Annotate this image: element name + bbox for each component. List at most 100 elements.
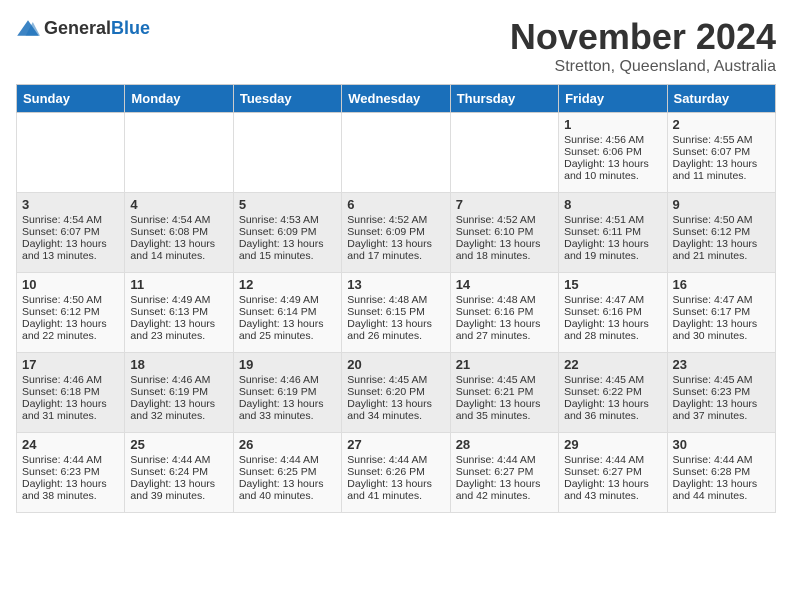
day-number: 18: [130, 357, 227, 372]
daylight: Daylight: 13 hours and 43 minutes.: [564, 478, 649, 502]
sunset: Sunset: 6:21 PM: [456, 386, 534, 398]
daylight: Daylight: 13 hours and 10 minutes.: [564, 158, 649, 182]
daylight: Daylight: 13 hours and 33 minutes.: [239, 398, 324, 422]
sunrise: Sunrise: 4:54 AM: [22, 214, 102, 226]
sunrise: Sunrise: 4:48 AM: [347, 294, 427, 306]
daylight: Daylight: 13 hours and 11 minutes.: [673, 158, 758, 182]
calendar-cell: [342, 113, 450, 193]
sunrise: Sunrise: 4:45 AM: [673, 374, 753, 386]
day-number: 1: [564, 117, 661, 132]
calendar-cell: 9Sunrise: 4:50 AMSunset: 6:12 PMDaylight…: [667, 193, 775, 273]
sunset: Sunset: 6:06 PM: [564, 146, 642, 158]
sunset: Sunset: 6:16 PM: [456, 306, 534, 318]
day-number: 20: [347, 357, 444, 372]
sunrise: Sunrise: 4:55 AM: [673, 134, 753, 146]
calendar-cell: [450, 113, 558, 193]
calendar-cell: 6Sunrise: 4:52 AMSunset: 6:09 PMDaylight…: [342, 193, 450, 273]
daylight: Daylight: 13 hours and 14 minutes.: [130, 238, 215, 262]
logo-text-general: General: [44, 18, 111, 38]
calendar-cell: 15Sunrise: 4:47 AMSunset: 6:16 PMDayligh…: [559, 273, 667, 353]
sunrise: Sunrise: 4:45 AM: [347, 374, 427, 386]
calendar-header: SundayMondayTuesdayWednesdayThursdayFrid…: [17, 85, 776, 113]
header-day-sunday: Sunday: [17, 85, 125, 113]
daylight: Daylight: 13 hours and 40 minutes.: [239, 478, 324, 502]
sunset: Sunset: 6:18 PM: [22, 386, 100, 398]
daylight: Daylight: 13 hours and 42 minutes.: [456, 478, 541, 502]
header: GeneralBlue November 2024 Stretton, Quee…: [16, 16, 776, 76]
calendar-cell: 2Sunrise: 4:55 AMSunset: 6:07 PMDaylight…: [667, 113, 775, 193]
sunrise: Sunrise: 4:44 AM: [239, 454, 319, 466]
sunset: Sunset: 6:15 PM: [347, 306, 425, 318]
calendar-cell: 29 Sunrise: 4:44 AMSunset: 6:27 PMDayligh…: [559, 433, 667, 513]
daylight: Daylight: 13 hours and 34 minutes.: [347, 398, 432, 422]
sunrise: Sunrise: 4:49 AM: [130, 294, 210, 306]
daylight: Daylight: 13 hours and 31 minutes.: [22, 398, 107, 422]
sunset: Sunset: 6:12 PM: [22, 306, 100, 318]
calendar-cell: 24Sunrise: 4:44 AMSunset: 6:23 PMDayligh…: [17, 433, 125, 513]
day-number: 12: [239, 277, 336, 292]
calendar-cell: 14Sunrise: 4:48 AMSunset: 6:16 PMDayligh…: [450, 273, 558, 353]
sunset: Sunset: 6:08 PM: [130, 226, 208, 238]
calendar-cell: 5Sunrise: 4:53 AMSunset: 6:09 PMDaylight…: [233, 193, 341, 273]
sunset: Sunset: 6:19 PM: [239, 386, 317, 398]
sunset: Sunset: 6:20 PM: [347, 386, 425, 398]
sunrise: Sunrise: 4:50 AM: [673, 214, 753, 226]
daylight: Daylight: 13 hours and 26 minutes.: [347, 318, 432, 342]
day-number: 4: [130, 197, 227, 212]
day-number: 10: [22, 277, 119, 292]
daylight: Daylight: 13 hours and 41 minutes.: [347, 478, 432, 502]
day-number: 19: [239, 357, 336, 372]
calendar-cell: 25Sunrise: 4:44 AMSunset: 6:24 PMDayligh…: [125, 433, 233, 513]
sunset: Sunset: 6:27 PM: [564, 466, 642, 478]
week-row-2: 3Sunrise: 4:54 AMSunset: 6:07 PMDaylight…: [17, 193, 776, 273]
sunset: Sunset: 6:27 PM: [456, 466, 534, 478]
calendar-cell: 8Sunrise: 4:51 AMSunset: 6:11 PMDaylight…: [559, 193, 667, 273]
sunset: Sunset: 6:07 PM: [673, 146, 751, 158]
daylight: Daylight: 13 hours and 23 minutes.: [130, 318, 215, 342]
daylight: Daylight: 13 hours and 37 minutes.: [673, 398, 758, 422]
sunrise: Sunrise: 4:45 AM: [564, 374, 644, 386]
calendar-cell: 27 Sunrise: 4:44 AMSunset: 6:26 PMDayligh…: [342, 433, 450, 513]
day-number: 9: [673, 197, 770, 212]
sunrise: Sunrise: 4:52 AM: [456, 214, 536, 226]
sunset: Sunset: 6:24 PM: [130, 466, 208, 478]
header-day-friday: Friday: [559, 85, 667, 113]
logo-text-blue: Blue: [111, 18, 150, 38]
calendar-cell: 17Sunrise: 4:46 AMSunset: 6:18 PMDayligh…: [17, 353, 125, 433]
calendar-cell: 7Sunrise: 4:52 AMSunset: 6:10 PMDaylight…: [450, 193, 558, 273]
daylight: Daylight: 13 hours and 30 minutes.: [673, 318, 758, 342]
daylight: Daylight: 13 hours and 17 minutes.: [347, 238, 432, 262]
week-row-4: 17Sunrise: 4:46 AMSunset: 6:18 PMDayligh…: [17, 353, 776, 433]
sunrise: Sunrise: 4:44 AM: [456, 454, 536, 466]
calendar-table: SundayMondayTuesdayWednesdayThursdayFrid…: [16, 84, 776, 513]
day-number: 27: [347, 437, 444, 452]
calendar-cell: [125, 113, 233, 193]
sunset: Sunset: 6:23 PM: [22, 466, 100, 478]
week-row-5: 24Sunrise: 4:44 AMSunset: 6:23 PMDayligh…: [17, 433, 776, 513]
calendar-cell: 18Sunrise: 4:46 AMSunset: 6:19 PMDayligh…: [125, 353, 233, 433]
sunset: Sunset: 6:22 PM: [564, 386, 642, 398]
header-day-monday: Monday: [125, 85, 233, 113]
daylight: Daylight: 13 hours and 27 minutes.: [456, 318, 541, 342]
day-number: 28: [456, 437, 553, 452]
header-row: SundayMondayTuesdayWednesdayThursdayFrid…: [17, 85, 776, 113]
calendar-cell: 20 Sunrise: 4:45 AMSunset: 6:20 PMDayligh…: [342, 353, 450, 433]
calendar-cell: 4Sunrise: 4:54 AMSunset: 6:08 PMDaylight…: [125, 193, 233, 273]
daylight: Daylight: 13 hours and 19 minutes.: [564, 238, 649, 262]
calendar-cell: 10Sunrise: 4:50 AMSunset: 6:12 PMDayligh…: [17, 273, 125, 353]
sunrise: Sunrise: 4:44 AM: [347, 454, 427, 466]
calendar-cell: 22Sunrise: 4:45 AMSunset: 6:22 PMDayligh…: [559, 353, 667, 433]
daylight: Daylight: 13 hours and 28 minutes.: [564, 318, 649, 342]
daylight: Daylight: 13 hours and 39 minutes.: [130, 478, 215, 502]
sunset: Sunset: 6:10 PM: [456, 226, 534, 238]
calendar-cell: 21Sunrise: 4:45 AMSunset: 6:21 PMDayligh…: [450, 353, 558, 433]
sunset: Sunset: 6:26 PM: [347, 466, 425, 478]
sunset: Sunset: 6:09 PM: [239, 226, 317, 238]
header-day-wednesday: Wednesday: [342, 85, 450, 113]
sunset: Sunset: 6:17 PM: [673, 306, 751, 318]
calendar-cell: 3Sunrise: 4:54 AMSunset: 6:07 PMDaylight…: [17, 193, 125, 273]
sunset: Sunset: 6:11 PM: [564, 226, 641, 238]
calendar-cell: 13Sunrise: 4:48 AMSunset: 6:15 PMDayligh…: [342, 273, 450, 353]
sunrise: Sunrise: 4:44 AM: [564, 454, 644, 466]
day-number: 29: [564, 437, 661, 452]
